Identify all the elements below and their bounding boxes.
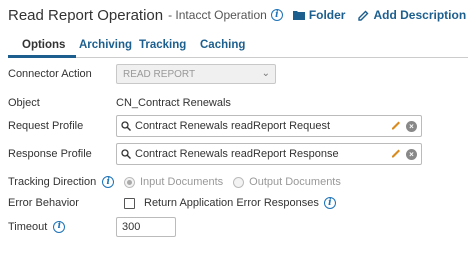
tab-bar: Options Archiving Tracking Caching [8, 34, 468, 58]
request-profile-label: Request Profile [8, 120, 84, 132]
tab-archiving[interactable]: Archiving [79, 39, 132, 51]
info-icon[interactable]: i [323, 197, 336, 209]
timeout-label-wrap: Timeout i [8, 220, 66, 233]
pencil-icon [358, 10, 369, 21]
pencil-icon[interactable] [390, 147, 402, 159]
chevron-down-icon: ⌄ [261, 68, 270, 79]
connector-action-row: Connector Action READ REPORT ⌄ [8, 64, 474, 84]
connector-action-field: READ REPORT ⌄ [116, 64, 276, 84]
search-icon [121, 149, 131, 159]
radio-circle [233, 176, 245, 188]
request-profile-value: Contract Renewals readReport Request [135, 120, 331, 132]
tracking-direction-label: Tracking Direction [8, 176, 97, 188]
add-description-label: Add Description [373, 8, 467, 22]
request-profile-field: Contract Renewals readReport Request × [116, 115, 422, 137]
tracking-direction-label-wrap: Tracking Direction i [8, 176, 115, 188]
error-behavior-field: Return Application Error Responses i [124, 197, 336, 209]
response-profile-row: Response Profile Contract Renewals readR… [8, 143, 474, 165]
request-profile-combo[interactable]: Contract Renewals readReport Request × [116, 115, 422, 137]
object-value: CN_Contract Renewals [116, 97, 231, 109]
info-icon[interactable]: i [53, 220, 66, 233]
object-field: CN_Contract Renewals [116, 97, 231, 109]
response-profile-value: Contract Renewals readReport Response [135, 148, 339, 160]
header: Read Report Operation - Intacct Operatio… [8, 4, 466, 26]
connector-action-value: READ REPORT [123, 68, 196, 80]
timeout-label: Timeout [8, 220, 48, 233]
active-tab-indicator [8, 55, 76, 58]
response-profile-field: Contract Renewals readReport Response × [116, 143, 422, 165]
connector-action-label: Connector Action [8, 68, 92, 80]
connector-action-select[interactable]: READ REPORT ⌄ [116, 64, 276, 84]
tab-options[interactable]: Options [22, 39, 65, 51]
object-label: Object [8, 97, 40, 109]
error-behavior-row: Error Behavior Return Application Error … [8, 195, 474, 211]
response-profile-combo[interactable]: Contract Renewals readReport Response × [116, 143, 422, 165]
info-icon[interactable]: i [102, 176, 115, 188]
add-description-link[interactable]: Add Description [358, 8, 466, 22]
radio-dot [127, 179, 132, 185]
search-icon [121, 121, 131, 131]
tracking-direction-field: Input Documents Output Documents [124, 176, 351, 188]
timeout-field: 300 [116, 216, 176, 237]
clear-icon[interactable]: × [406, 121, 417, 132]
tab-tracking[interactable]: Tracking [139, 39, 186, 51]
radio-output-documents[interactable]: Output Documents [233, 176, 341, 188]
tracking-direction-row: Tracking Direction i Input Documents Out… [8, 174, 474, 190]
radio-circle [124, 176, 135, 188]
timeout-row: Timeout i 300 [8, 216, 474, 237]
timeout-input[interactable]: 300 [116, 216, 176, 237]
page-subtitle: - Intacct Operation [168, 8, 267, 22]
return-error-responses-checkbox[interactable]: Return Application Error Responses i [124, 197, 336, 209]
object-row: Object CN_Contract Renewals [8, 96, 474, 110]
folder-icon [292, 11, 305, 20]
radio-output-documents-label: Output Documents [249, 176, 341, 188]
checkbox-box[interactable] [124, 197, 135, 209]
page-title: Read Report Operation [8, 6, 164, 24]
folder-link-label: Folder [308, 8, 346, 22]
request-profile-row: Request Profile Contract Renewals readRe… [8, 115, 474, 137]
tab-caching[interactable]: Caching [200, 39, 245, 51]
response-profile-label: Response Profile [8, 148, 92, 160]
error-behavior-label: Error Behavior [8, 197, 79, 209]
clear-icon[interactable]: × [406, 149, 417, 160]
folder-link[interactable]: Folder [292, 8, 346, 22]
return-error-responses-label: Return Application Error Responses [144, 197, 319, 209]
radio-input-documents[interactable]: Input Documents [124, 176, 223, 188]
pencil-icon[interactable] [390, 119, 402, 131]
radio-input-documents-label: Input Documents [140, 176, 224, 188]
info-icon[interactable]: i [270, 9, 283, 21]
